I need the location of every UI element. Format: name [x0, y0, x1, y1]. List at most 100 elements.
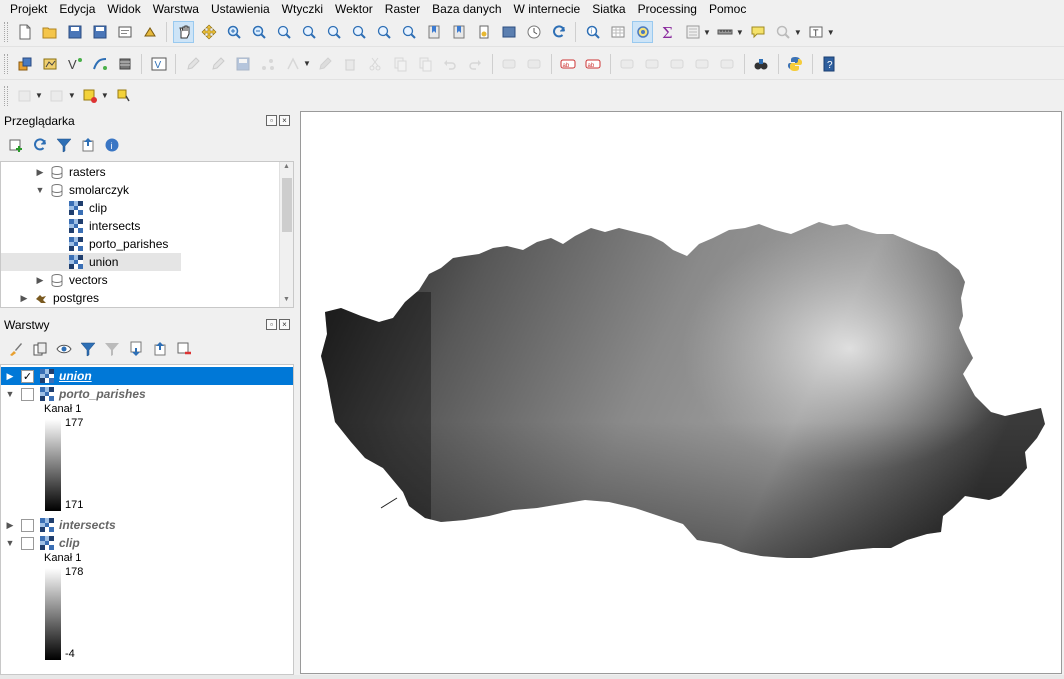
temporal-button[interactable]: [473, 21, 494, 43]
redo-button[interactable]: [465, 53, 486, 75]
browser-item-porto-parishes[interactable]: porto_parishes: [1, 235, 168, 253]
style-brush-button[interactable]: [6, 338, 26, 360]
label-ab-button[interactable]: ab: [558, 53, 579, 75]
data-source-manager-button[interactable]: [14, 53, 35, 75]
edit-pencil-button[interactable]: [207, 53, 228, 75]
python-button[interactable]: [785, 53, 806, 75]
scroll-up-icon[interactable]: ▲: [283, 163, 290, 170]
chevron-right-icon[interactable]: ▶: [5, 371, 15, 382]
chevron-down-icon[interactable]: ▼: [794, 28, 802, 37]
browser-item-clip[interactable]: clip: [1, 199, 107, 217]
delete-selected-button[interactable]: [340, 53, 361, 75]
refresh-button[interactable]: [30, 134, 50, 156]
chevron-right-icon[interactable]: ▶: [5, 520, 15, 531]
save-edits-button[interactable]: [232, 53, 253, 75]
select-by-location-button[interactable]: [773, 21, 794, 43]
zoom-out-button[interactable]: [248, 21, 269, 43]
float-panel-button[interactable]: ▫: [266, 319, 277, 330]
menu-w-internecie[interactable]: W internecie: [508, 1, 587, 17]
map-pin-button[interactable]: [113, 85, 134, 107]
chevron-down-icon[interactable]: ▼: [35, 91, 43, 100]
annotation-button[interactable]: [748, 21, 769, 43]
expand-all-button[interactable]: [126, 338, 146, 360]
rotate-label-button[interactable]: [617, 53, 638, 75]
chevron-down-icon[interactable]: ▼: [5, 538, 15, 548]
chevron-down-icon[interactable]: ▼: [703, 28, 711, 37]
add-vector-button[interactable]: [39, 53, 60, 75]
chevron-down-icon[interactable]: ▼: [68, 91, 76, 100]
move-label-button[interactable]: [692, 53, 713, 75]
browser-item-rasters[interactable]: ▶ rasters: [1, 163, 106, 181]
browser-item-union[interactable]: union: [1, 253, 181, 271]
menu-baza-danych[interactable]: Baza danych: [426, 1, 507, 17]
measure-line-button[interactable]: [715, 21, 736, 43]
show-bookmarks-button[interactable]: [448, 21, 469, 43]
digitize-shape-button[interactable]: [47, 85, 68, 107]
edit-v-button[interactable]: V: [148, 53, 169, 75]
label-abc-button[interactable]: ab: [583, 53, 604, 75]
layer-union[interactable]: ▶ ✓ union: [1, 367, 293, 385]
zoom-native-button[interactable]: [348, 21, 369, 43]
collapse-all-button[interactable]: [150, 338, 170, 360]
chevron-right-icon[interactable]: ▶: [19, 293, 29, 304]
close-panel-button[interactable]: ×: [279, 319, 290, 330]
browser-item-smolarczyk[interactable]: ▼ smolarczyk: [1, 181, 129, 199]
scroll-thumb[interactable]: [282, 178, 292, 232]
chevron-down-icon[interactable]: ▼: [35, 185, 45, 195]
filter-expression-button[interactable]: [102, 338, 122, 360]
add-raster-button[interactable]: [89, 53, 110, 75]
zoom-next-button[interactable]: [398, 21, 419, 43]
open-project-button[interactable]: [39, 21, 60, 43]
save-as-button[interactable]: [89, 21, 110, 43]
label-tool-button[interactable]: [499, 53, 520, 75]
chevron-down-icon[interactable]: ▼: [5, 389, 15, 399]
select-features-button[interactable]: [632, 21, 653, 43]
layer-clip[interactable]: ▼ clip: [1, 534, 293, 552]
layer-visibility-checkbox[interactable]: [21, 518, 34, 532]
chevron-right-icon[interactable]: ▶: [35, 275, 45, 286]
plugin-binoculars-button[interactable]: [751, 53, 772, 75]
attribute-table-button[interactable]: [607, 21, 628, 43]
layer-visibility-checkbox[interactable]: ✓: [21, 369, 34, 383]
zoom-in-button[interactable]: [223, 21, 244, 43]
add-point-button[interactable]: [257, 53, 278, 75]
toolbar-grip[interactable]: [4, 85, 8, 106]
copy-features-button[interactable]: [390, 53, 411, 75]
add-database-button[interactable]: [114, 53, 135, 75]
pan-to-selection-button[interactable]: [198, 21, 219, 43]
menu-raster[interactable]: Raster: [379, 1, 426, 17]
visibility-eye-button[interactable]: [54, 338, 74, 360]
menu-wtyczki[interactable]: Wtyczki: [276, 1, 329, 17]
zoom-full-button[interactable]: [273, 21, 294, 43]
chevron-down-icon[interactable]: ▼: [827, 28, 835, 37]
digitize-polygon-button[interactable]: [14, 85, 35, 107]
save-project-button[interactable]: [64, 21, 85, 43]
undo-button[interactable]: [440, 53, 461, 75]
filter-legend-button[interactable]: [78, 338, 98, 360]
scroll-down-icon[interactable]: ▼: [283, 296, 290, 303]
browser-item-postgres[interactable]: ▶ postgres: [1, 289, 100, 307]
identify-button[interactable]: i: [582, 21, 603, 43]
menu-edycja[interactable]: Edycja: [53, 1, 101, 17]
remove-layer-button[interactable]: [174, 338, 194, 360]
browser-item-intersects[interactable]: intersects: [1, 217, 140, 235]
style-manager-button[interactable]: [139, 21, 160, 43]
menu-siatka[interactable]: Siatka: [586, 1, 631, 17]
browser-item-vectors[interactable]: ▶ vectors: [1, 271, 108, 289]
selection-filter-button[interactable]: [80, 85, 101, 107]
digitize-v-button[interactable]: V: [64, 53, 85, 75]
toolbar-grip[interactable]: [4, 22, 8, 42]
help-button[interactable]: ?: [819, 53, 840, 75]
cut-features-button[interactable]: [365, 53, 386, 75]
zoom-layer-button[interactable]: [323, 21, 344, 43]
add-group-button[interactable]: [30, 338, 50, 360]
menu-widok[interactable]: Widok: [101, 1, 146, 17]
menu-pomoc[interactable]: Pomoc: [703, 1, 752, 17]
layer-visibility-checkbox[interactable]: [21, 536, 34, 550]
layer-intersects[interactable]: ▶ intersects: [1, 516, 293, 534]
zoom-last-button[interactable]: [373, 21, 394, 43]
new-bookmark-button[interactable]: [423, 21, 444, 43]
menu-processing[interactable]: Processing: [632, 1, 703, 17]
clock-button[interactable]: [523, 21, 544, 43]
change-label-button[interactable]: [667, 53, 688, 75]
